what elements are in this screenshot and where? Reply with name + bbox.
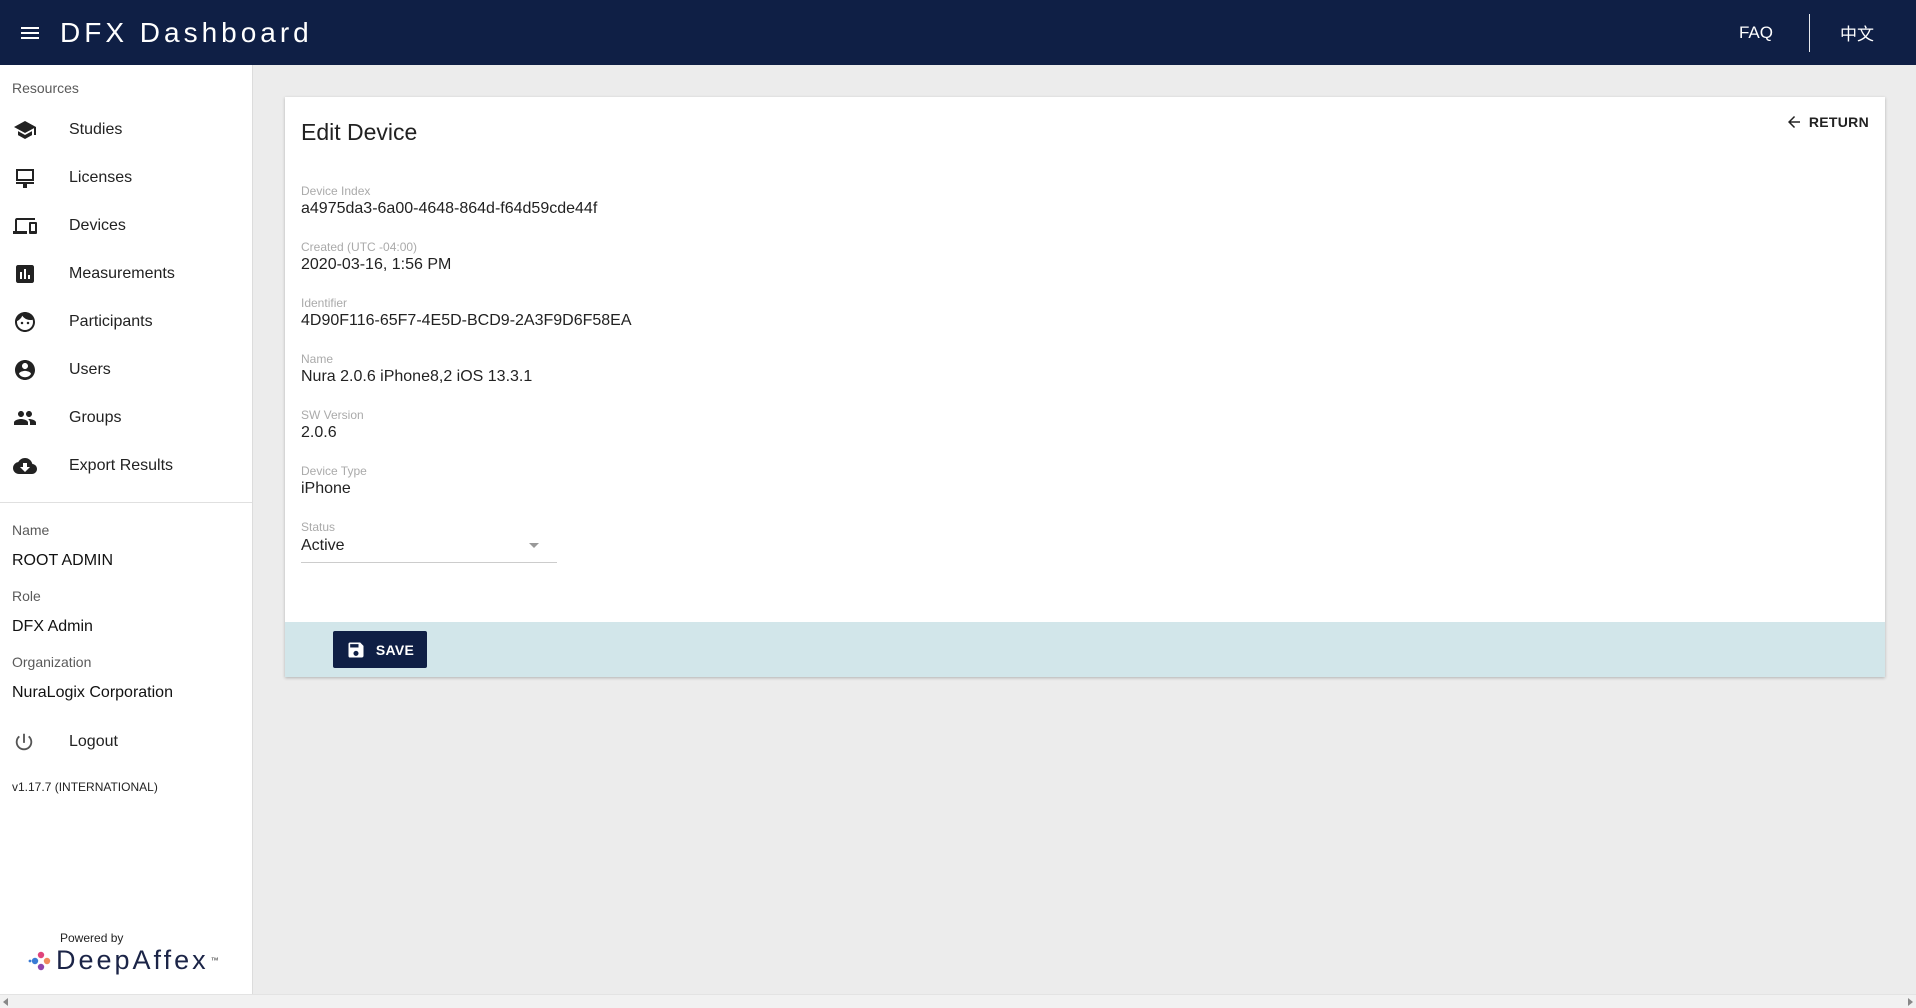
license-icon (16, 169, 34, 188)
powered-by-label: Powered by (60, 931, 124, 945)
header-divider (1809, 13, 1810, 52)
sidebar-item-label: Groups (69, 409, 122, 426)
people-icon (14, 411, 36, 425)
return-label: RETURN (1808, 114, 1869, 130)
save-icon (348, 642, 364, 657)
status-select[interactable]: Active (301, 523, 557, 563)
menu-icon (21, 26, 39, 39)
field-label: Created (UTC -04:00) (301, 240, 418, 254)
field-device-type: Device Type iPhone (301, 464, 367, 498)
cloud-download-icon (13, 458, 37, 474)
devices-icon (13, 218, 37, 234)
name-label: Name (12, 522, 50, 538)
name-value: ROOT ADMIN (12, 552, 114, 569)
sidebar-item-users[interactable]: Users (0, 346, 252, 394)
field-value: a4975da3-6a00-4648-864d-f64d59cde44f (301, 200, 598, 217)
field-label: Name (301, 352, 334, 366)
sidebar-item-groups[interactable]: Groups (0, 394, 252, 442)
scroll-right-icon[interactable] (1908, 998, 1913, 1006)
field-identifier: Identifier 4D90F116-65F7-4E5D-BCD9-2A3F9… (301, 296, 632, 330)
role-value: DFX Admin (12, 618, 93, 635)
status-value: Active (301, 537, 345, 554)
menu-button[interactable] (0, 0, 60, 65)
sidebar-item-label: Export Results (69, 457, 174, 474)
field-name: Name Nura 2.0.6 iPhone8,2 iOS 13.3.1 (301, 352, 532, 386)
sidebar-item-label: Devices (69, 217, 126, 234)
logout-button[interactable]: Logout (0, 718, 252, 766)
dropdown-arrow-icon (529, 543, 539, 548)
powered-by-logo: Powered by DeepAffex ™ (26, 931, 219, 976)
field-value: iPhone (301, 480, 351, 497)
field-device-index: Device Index a4975da3-6a00-4648-864d-f64… (301, 184, 597, 218)
deepaffex-logo-icon (28, 951, 51, 970)
card-actions: SAVE (285, 622, 1885, 677)
resources-label: Resources (12, 80, 79, 96)
field-created: Created (UTC -04:00) 2020-03-16, 1:56 PM (301, 240, 451, 274)
organization-value: NuraLogix Corporation (12, 684, 173, 701)
sidebar-item-label: Studies (69, 121, 123, 138)
sidebar-item-studies[interactable]: Studies (0, 106, 252, 154)
brand-name: DeepAffex (56, 945, 209, 975)
sidebar-item-label: Measurements (69, 265, 175, 282)
sidebar-item-participants[interactable]: Participants (0, 298, 252, 346)
sidebar: Resources Studies Licenses Devices Measu… (0, 65, 253, 994)
faq-link[interactable]: FAQ (1703, 23, 1809, 43)
trademark: ™ (210, 956, 219, 965)
sidebar-item-export-results[interactable]: Export Results (0, 442, 252, 490)
edit-device-card: Edit Device RETURN Device Index a4975da3… (285, 97, 1885, 677)
sidebar-item-measurements[interactable]: Measurements (0, 250, 252, 298)
scroll-left-icon[interactable] (3, 998, 8, 1006)
save-button[interactable]: SAVE (333, 631, 427, 668)
logout-label: Logout (69, 733, 118, 750)
horizontal-scrollbar[interactable] (0, 994, 1916, 1008)
face-icon (15, 312, 35, 332)
sidebar-item-devices[interactable]: Devices (0, 202, 252, 250)
app-bar: DFX Dashboard FAQ 中文 (0, 0, 1916, 65)
school-icon (14, 121, 36, 139)
arrow-back-icon (1787, 116, 1800, 128)
save-label: SAVE (375, 641, 415, 658)
field-value: 2.0.6 (301, 424, 337, 441)
field-label: Identifier (301, 296, 348, 310)
field-value: 2020-03-16, 1:56 PM (301, 256, 452, 273)
app-title: DFX Dashboard (60, 16, 313, 48)
field-sw-version: SW Version 2.0.6 (301, 408, 364, 442)
sidebar-item-licenses[interactable]: Licenses (0, 154, 252, 202)
version-text: v1.17.7 (INTERNATIONAL) (12, 780, 158, 794)
sidebar-item-label: Participants (69, 313, 153, 330)
language-toggle[interactable]: 中文 (1810, 20, 1916, 45)
field-value: Nura 2.0.6 iPhone8,2 iOS 13.3.1 (301, 368, 533, 385)
bar-chart-icon (16, 265, 34, 283)
page-title: Edit Device (301, 119, 418, 145)
account-circle-icon (15, 360, 35, 380)
field-value: 4D90F116-65F7-4E5D-BCD9-2A3F9D6F58EA (301, 312, 632, 329)
field-label: Device Index (301, 184, 371, 198)
power-icon (15, 733, 33, 751)
role-label: Role (12, 588, 41, 604)
sidebar-item-label: Users (69, 361, 111, 378)
organization-label: Organization (12, 654, 92, 670)
field-label: SW Version (301, 408, 364, 422)
return-button[interactable]: RETURN (1785, 113, 1869, 131)
field-label: Device Type (301, 464, 367, 478)
sidebar-item-label: Licenses (69, 169, 133, 186)
